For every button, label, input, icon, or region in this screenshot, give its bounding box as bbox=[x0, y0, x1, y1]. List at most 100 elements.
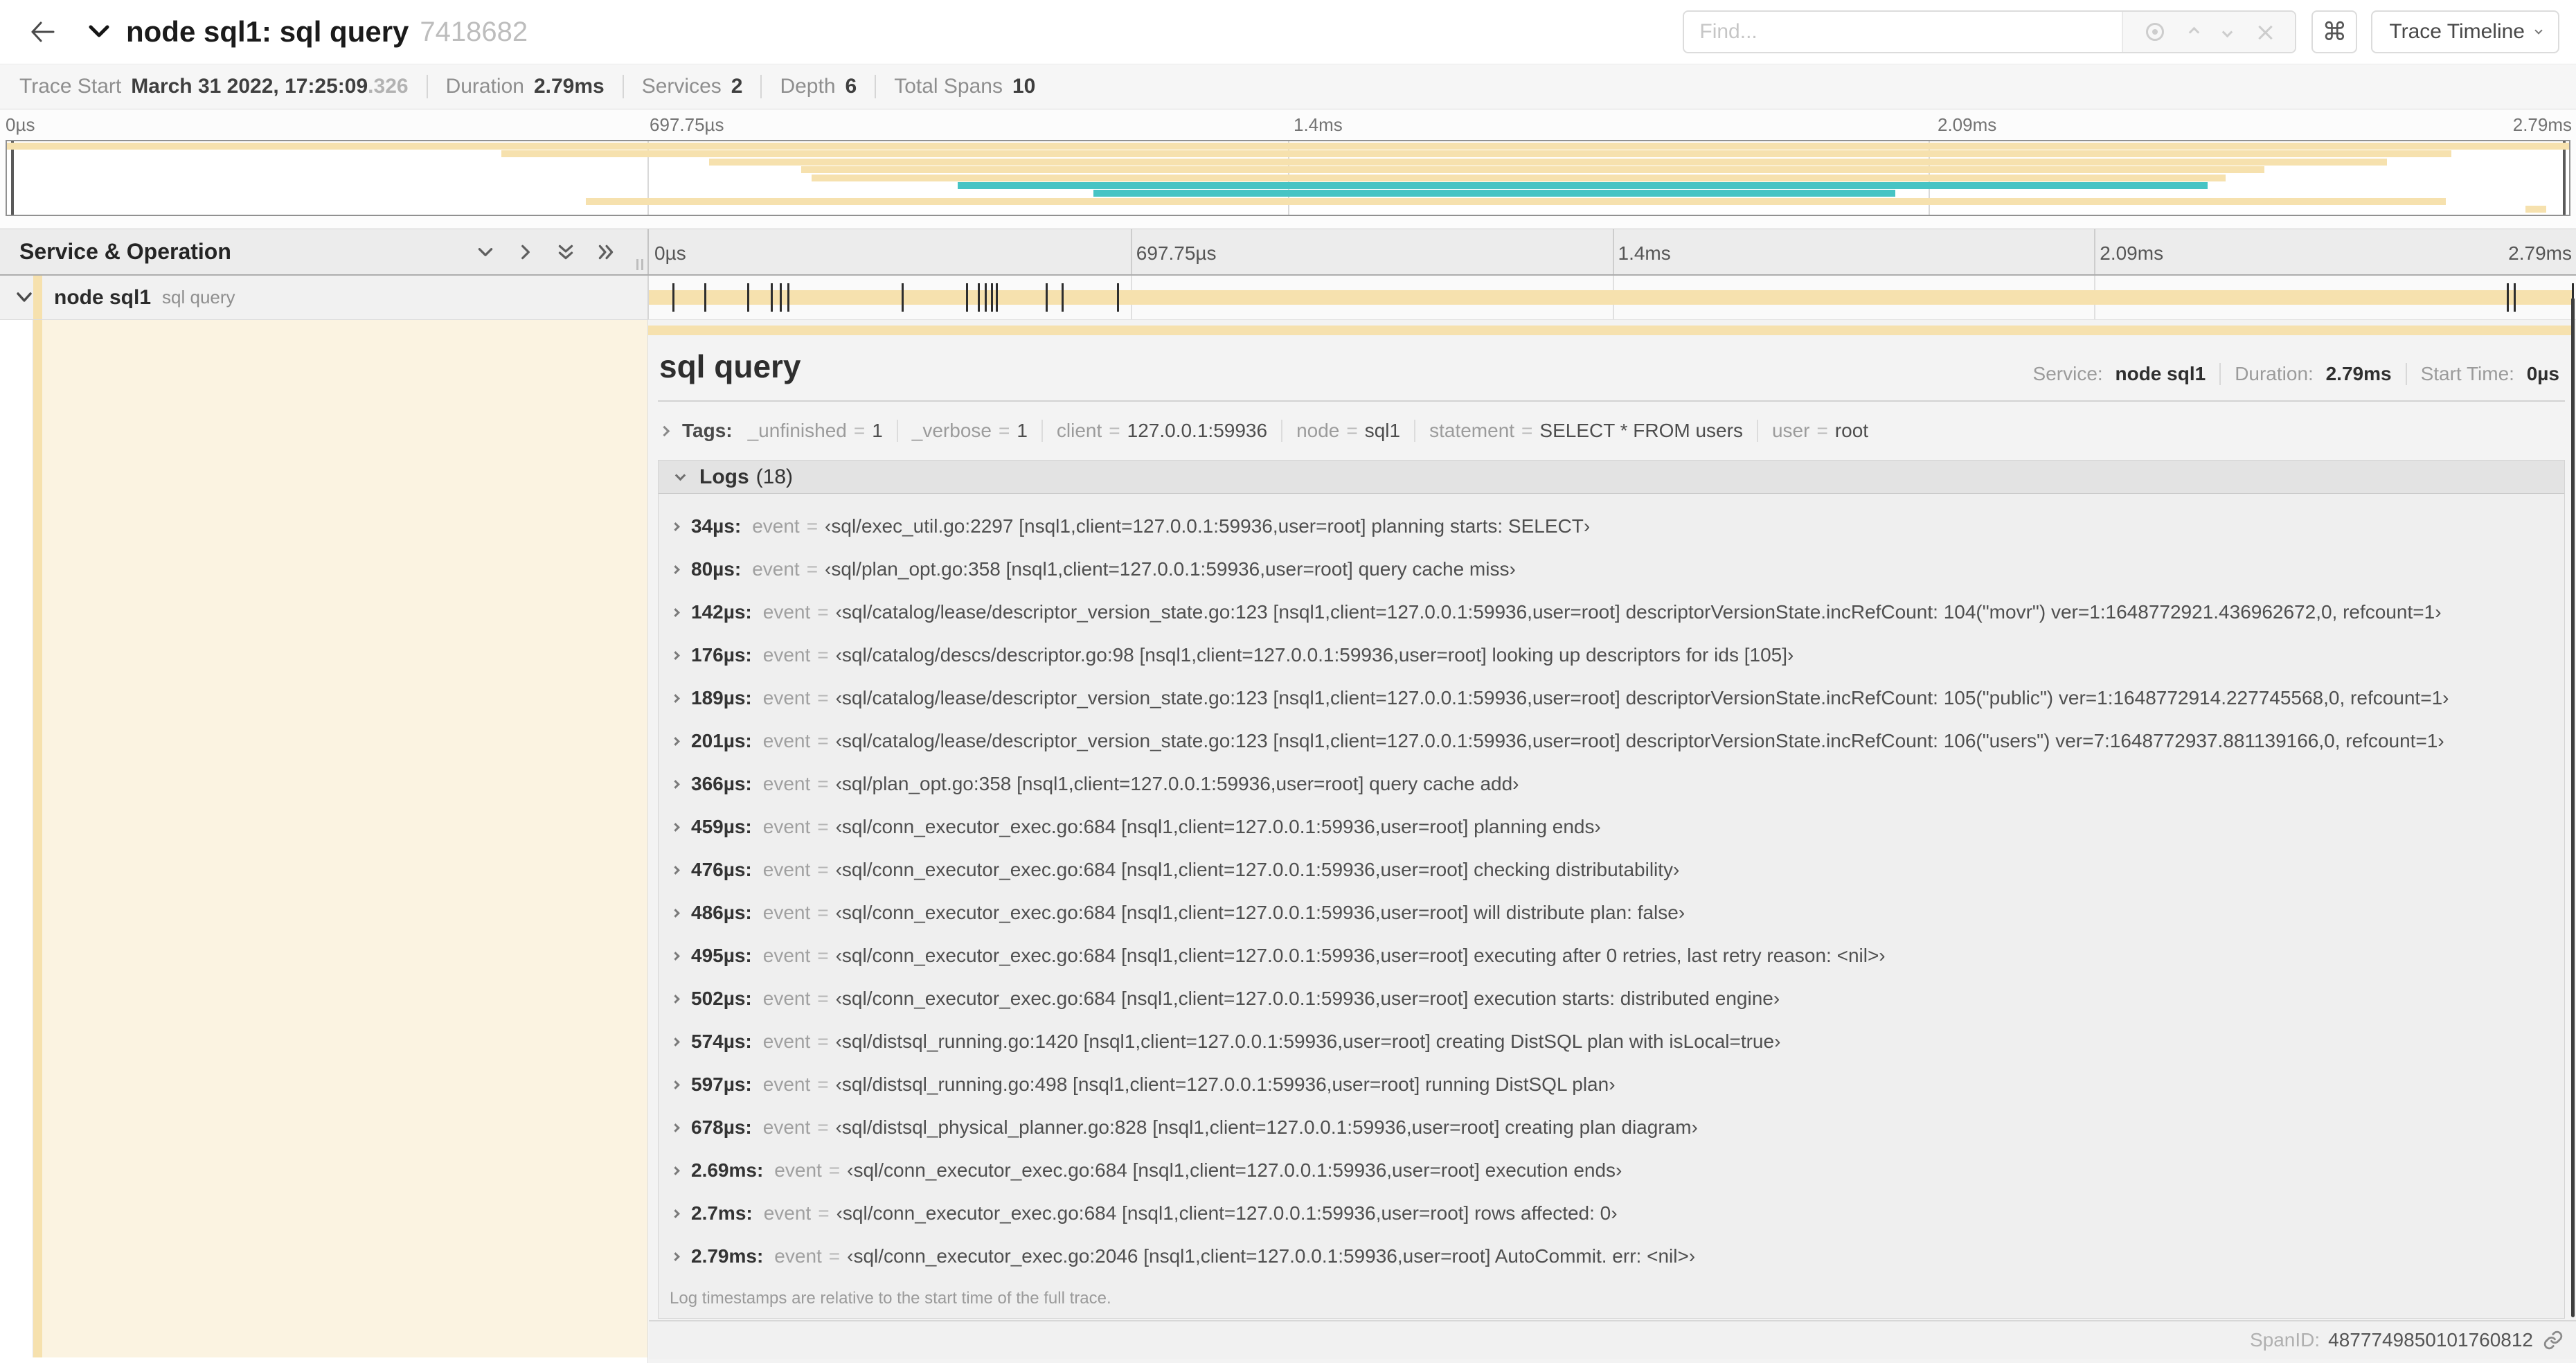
logs-header[interactable]: Logs (18) bbox=[659, 461, 2564, 494]
expand-log-chevron-icon[interactable] bbox=[671, 865, 680, 875]
minimap-canvas[interactable] bbox=[6, 140, 2570, 216]
meta-value: 0µs bbox=[2526, 363, 2559, 384]
span-name-cell[interactable]: node sql1 sql query bbox=[0, 276, 647, 320]
log-marker[interactable] bbox=[704, 283, 706, 312]
next-match-icon[interactable] bbox=[2221, 26, 2233, 37]
log-entry[interactable]: 597µs: event = ‹sql/distsql_running.go:4… bbox=[668, 1063, 2564, 1106]
expand-log-chevron-icon[interactable] bbox=[671, 736, 680, 746]
log-marker[interactable] bbox=[770, 283, 773, 312]
expand-log-chevron-icon[interactable] bbox=[671, 522, 680, 531]
expand-log-chevron-icon[interactable] bbox=[671, 1251, 680, 1261]
spanid-value: 4877749850101760812 bbox=[2328, 1329, 2533, 1351]
log-entry[interactable]: 142µs: event = ‹sql/catalog/lease/descri… bbox=[668, 591, 2564, 634]
expand-log-chevron-icon[interactable] bbox=[671, 994, 680, 1004]
log-entry[interactable]: 495µs: event = ‹sql/conn_executor_exec.g… bbox=[668, 934, 2564, 977]
expand-log-chevron-icon[interactable] bbox=[671, 1123, 680, 1132]
log-marker[interactable] bbox=[1045, 283, 1048, 312]
keyboard-shortcuts-button[interactable]: ⌘ bbox=[2311, 10, 2358, 53]
time-tick-label: 697.75µs bbox=[650, 114, 724, 135]
log-entry[interactable]: 574µs: event = ‹sql/distsql_running.go:1… bbox=[668, 1020, 2564, 1063]
collapse-all-icon[interactable] bbox=[556, 242, 575, 262]
log-entry[interactable]: 2.69ms: event = ‹sql/conn_executor_exec.… bbox=[668, 1149, 2564, 1192]
trace-view-selector[interactable]: Trace Timeline bbox=[2371, 10, 2559, 53]
expand-log-chevron-icon[interactable] bbox=[671, 1166, 680, 1175]
expand-log-chevron-icon[interactable] bbox=[671, 564, 680, 574]
log-marker[interactable] bbox=[995, 283, 998, 312]
log-timestamp: 678µs: bbox=[691, 1116, 752, 1138]
log-entry[interactable]: 502µs: event = ‹sql/conn_executor_exec.g… bbox=[668, 977, 2564, 1020]
log-marker[interactable] bbox=[787, 283, 790, 312]
previous-match-icon[interactable] bbox=[2188, 26, 2199, 37]
log-marker[interactable] bbox=[965, 283, 968, 312]
time-tick-label: 0µs bbox=[654, 242, 686, 264]
clear-find-icon[interactable] bbox=[2257, 24, 2273, 39]
log-field-key: event bbox=[762, 902, 811, 923]
collapse-logs-chevron-icon[interactable] bbox=[674, 470, 686, 481]
expand-log-chevron-icon[interactable] bbox=[671, 1037, 680, 1046]
detail-span-bar[interactable] bbox=[648, 326, 2573, 335]
log-field-value: ‹sql/catalog/lease/descriptor_version_st… bbox=[835, 730, 2444, 751]
expand-log-chevron-icon[interactable] bbox=[671, 1080, 680, 1089]
collapse-one-icon[interactable] bbox=[476, 242, 495, 262]
log-entry[interactable]: 486µs: event = ‹sql/conn_executor_exec.g… bbox=[668, 891, 2564, 934]
log-marker[interactable] bbox=[1117, 283, 1120, 312]
expand-one-icon[interactable] bbox=[516, 242, 535, 262]
log-marker[interactable] bbox=[984, 283, 987, 312]
expand-all-icon[interactable] bbox=[596, 242, 616, 262]
log-entry[interactable]: 201µs: event = ‹sql/catalog/lease/descri… bbox=[668, 720, 2564, 763]
log-entry[interactable]: 476µs: event = ‹sql/conn_executor_exec.g… bbox=[668, 848, 2564, 891]
expand-log-chevron-icon[interactable] bbox=[671, 822, 680, 832]
stat-value-fraction: .326 bbox=[368, 75, 409, 98]
expand-log-chevron-icon[interactable] bbox=[671, 779, 680, 789]
log-marker[interactable] bbox=[779, 283, 782, 312]
log-entry[interactable]: 176µs: event = ‹sql/catalog/descs/descri… bbox=[668, 634, 2564, 677]
log-marker[interactable] bbox=[746, 283, 749, 312]
span-timeline-cell[interactable] bbox=[647, 276, 2576, 320]
back-button[interactable] bbox=[24, 12, 62, 51]
stat-label: Trace Start bbox=[19, 75, 122, 98]
span-duration-bar[interactable] bbox=[649, 290, 2573, 305]
tag-item: _verbose = 1 bbox=[896, 420, 1028, 442]
time-tick-label: 1.4ms bbox=[1294, 114, 1343, 135]
detail-scrollbar[interactable] bbox=[2571, 298, 2575, 1317]
range-scrubber-right[interactable] bbox=[2563, 141, 2566, 215]
tag-value: root bbox=[1834, 420, 1869, 441]
log-marker[interactable] bbox=[672, 283, 674, 312]
log-marker[interactable] bbox=[2514, 283, 2516, 312]
log-marker[interactable] bbox=[1061, 283, 1064, 312]
log-marker[interactable] bbox=[2507, 283, 2510, 312]
log-marker[interactable] bbox=[902, 283, 904, 312]
focus-match-icon[interactable] bbox=[2146, 23, 2165, 41]
tags-row[interactable]: Tags: _unfinished = 1 _verbose = 1 clien… bbox=[659, 420, 2565, 442]
deep-link-icon[interactable] bbox=[2543, 1330, 2564, 1351]
log-entry[interactable]: 2.7ms: event = ‹sql/conn_executor_exec.g… bbox=[668, 1192, 2564, 1235]
log-entry[interactable]: 459µs: event = ‹sql/conn_executor_exec.g… bbox=[668, 805, 2564, 848]
log-entry[interactable]: 80µs: event = ‹sql/plan_opt.go:358 [nsql… bbox=[668, 548, 2564, 591]
span-list-header: Service & Operation 0µs 697.75µs 1.4ms 2.09… bbox=[0, 229, 2576, 276]
log-field-value: ‹sql/distsql_physical_planner.go:828 [ns… bbox=[835, 1116, 1698, 1138]
log-entry[interactable]: 678µs: event = ‹sql/distsql_physical_pla… bbox=[668, 1106, 2564, 1149]
expand-log-chevron-icon[interactable] bbox=[671, 951, 680, 961]
log-marker[interactable] bbox=[990, 283, 993, 312]
column-resizer-handle[interactable] bbox=[636, 259, 643, 270]
log-entry[interactable]: 366µs: event = ‹sql/plan_opt.go:358 [nsq… bbox=[668, 763, 2564, 805]
log-field-value: ‹sql/catalog/lease/descriptor_version_st… bbox=[835, 687, 2449, 709]
range-scrubber-left[interactable] bbox=[11, 141, 14, 215]
expand-log-chevron-icon[interactable] bbox=[671, 1209, 680, 1218]
expand-log-chevron-icon[interactable] bbox=[671, 693, 680, 703]
expand-log-chevron-icon[interactable] bbox=[671, 607, 680, 617]
log-marker[interactable] bbox=[977, 283, 980, 312]
collapse-children-chevron-icon[interactable] bbox=[15, 291, 33, 308]
log-entry[interactable]: 2.79ms: event = ‹sql/conn_executor_exec.… bbox=[668, 1235, 2564, 1278]
stat-label: Services bbox=[641, 75, 722, 98]
expand-log-chevron-icon[interactable] bbox=[671, 650, 680, 660]
expand-tags-chevron-icon[interactable] bbox=[659, 425, 670, 436]
find-input[interactable] bbox=[1684, 12, 2122, 52]
log-field-value: ‹sql/distsql_running.go:498 [nsql1,clien… bbox=[835, 1074, 1616, 1095]
span-row[interactable]: node sql1 sql query bbox=[0, 276, 2576, 320]
log-entry[interactable]: 34µs: event = ‹sql/exec_util.go:2297 [ns… bbox=[668, 505, 2564, 548]
log-entry[interactable]: 189µs: event = ‹sql/catalog/lease/descri… bbox=[668, 677, 2564, 720]
collapse-trace-header-button[interactable] bbox=[87, 24, 111, 40]
expand-log-chevron-icon[interactable] bbox=[671, 908, 680, 918]
log-field-key: event bbox=[762, 1074, 811, 1095]
